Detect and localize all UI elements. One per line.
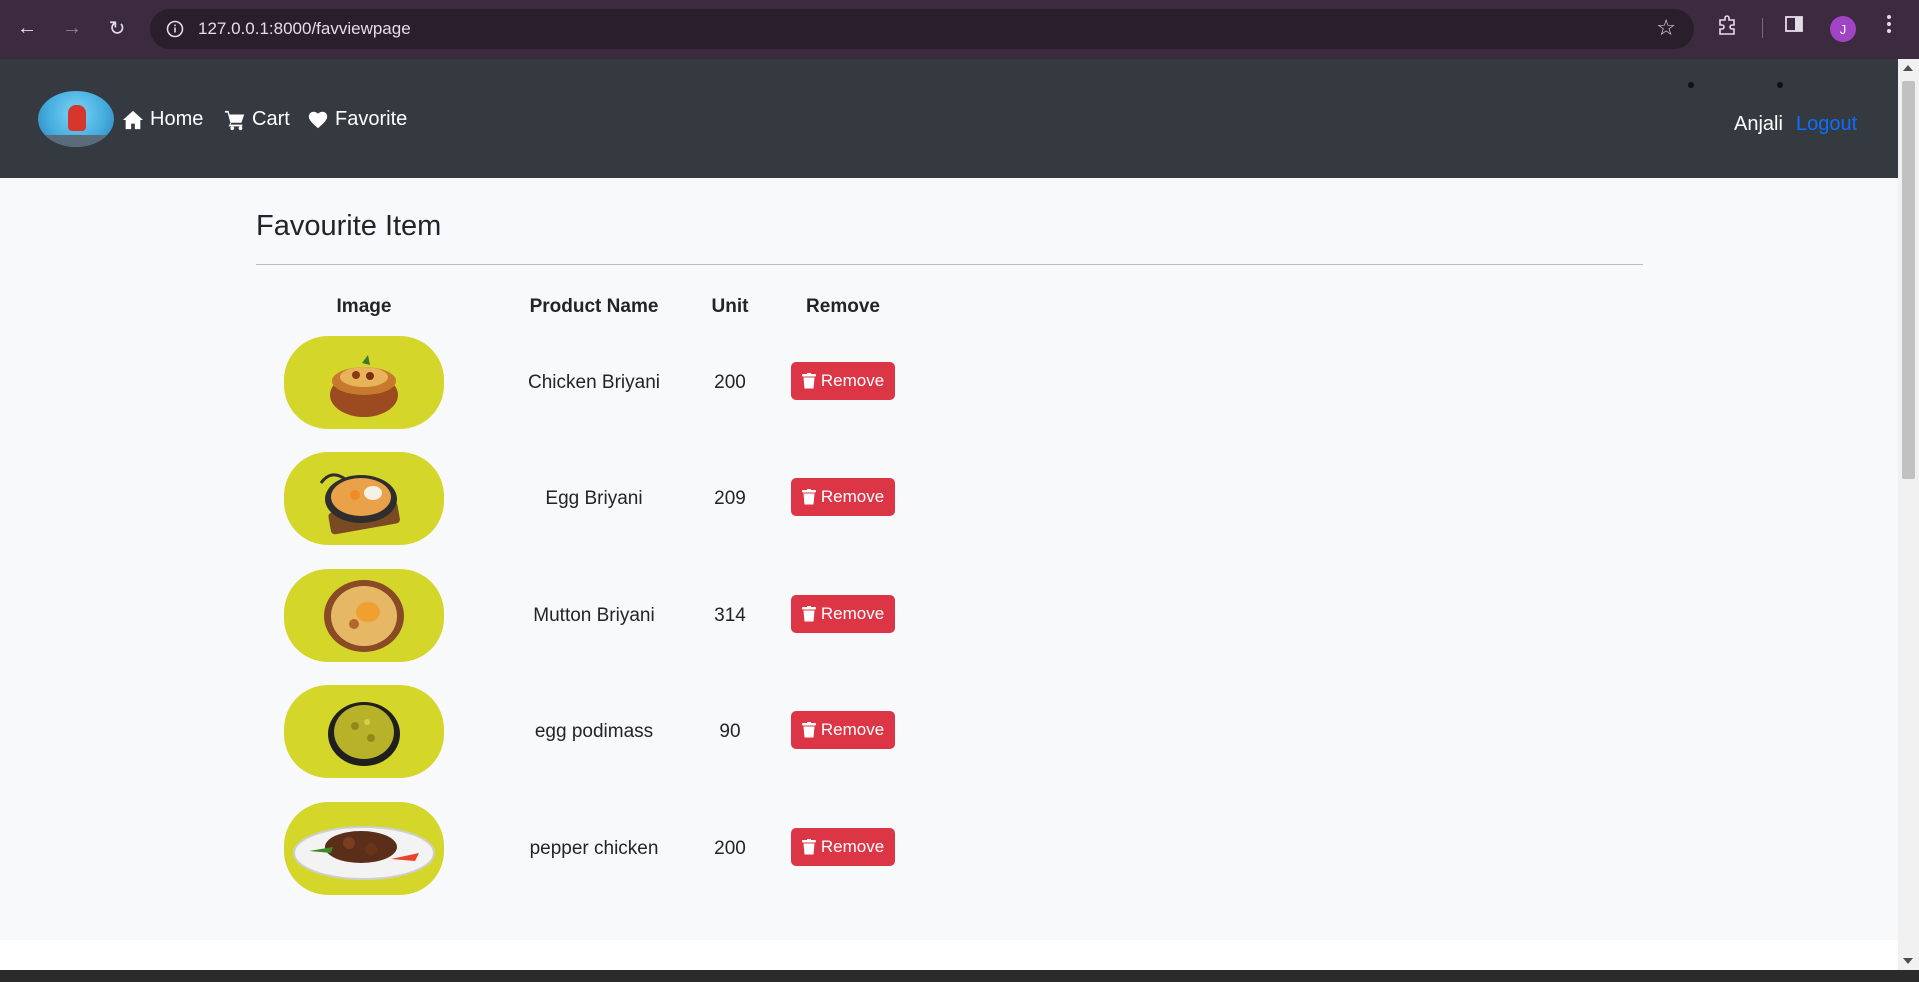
favourites-section: Favourite Item Image Product Name Unit R…: [0, 178, 1898, 940]
table-row: Mutton Briyani 314 Remove: [0, 569, 1000, 665]
nav-cart-link[interactable]: Cart: [224, 108, 290, 131]
trash-icon: [801, 606, 816, 622]
toolbar-separator: [1762, 18, 1763, 38]
nav-cart-label: Cart: [252, 108, 290, 130]
product-image[interactable]: [284, 569, 444, 662]
pepper-chicken-plate-image: [293, 825, 435, 880]
column-header-unit: Unit: [711, 296, 749, 317]
brand-logo[interactable]: [38, 91, 114, 147]
mutton-biryani-plate-image: [324, 579, 404, 652]
url-text[interactable]: 127.0.0.1:8000/favviewpage: [198, 19, 411, 39]
nav-home-link[interactable]: Home: [122, 108, 203, 131]
product-unit: 200: [714, 838, 746, 859]
heart-icon: [308, 111, 328, 128]
remove-button-label: Remove: [820, 604, 885, 623]
scrollbar-thumb[interactable]: [1902, 81, 1915, 479]
site-navbar: Home Cart Favorite Anjali Logout: [0, 59, 1898, 178]
trash-icon: [801, 373, 816, 389]
product-unit: 90: [719, 721, 741, 742]
remove-button[interactable]: Remove: [791, 711, 895, 749]
table-row: pepper chicken 200 Remove: [0, 802, 1000, 898]
column-header-image: Image: [336, 296, 392, 317]
extensions-icon[interactable]: [1716, 14, 1738, 42]
table-row: egg podimass 90 Remove: [0, 685, 1000, 781]
forward-arrow-icon[interactable]: →: [56, 12, 88, 44]
remove-button-label: Remove: [820, 487, 885, 506]
column-header-remove: Remove: [806, 296, 880, 317]
remove-button[interactable]: Remove: [791, 828, 895, 866]
scroll-up-arrow-icon[interactable]: [1903, 65, 1913, 71]
page-title: Favourite Item: [256, 210, 442, 242]
remove-button-label: Remove: [820, 720, 885, 739]
side-panel-icon[interactable]: [1784, 14, 1804, 40]
egg-podimass-bowl-image: [328, 701, 400, 766]
profile-avatar[interactable]: J: [1830, 16, 1856, 42]
cart-icon: [224, 110, 245, 130]
product-unit: 314: [714, 605, 746, 626]
product-image[interactable]: [284, 452, 444, 545]
nav-favorite-label: Favorite: [335, 108, 408, 130]
home-icon: [122, 110, 144, 129]
trash-icon: [801, 722, 816, 738]
nav-favorite-link[interactable]: Favorite: [307, 108, 407, 131]
trash-icon: [801, 489, 816, 505]
nav-home-label: Home: [150, 108, 204, 130]
table-row: Chicken Briyani 200 Remove: [0, 336, 1000, 432]
biryani-bowl-image: [330, 354, 398, 417]
product-unit: 209: [714, 488, 746, 509]
title-divider: [256, 264, 1643, 265]
user-name: Anjali: [1734, 113, 1783, 135]
vertical-scrollbar[interactable]: [1898, 59, 1919, 970]
product-unit: 200: [714, 372, 746, 393]
product-name: pepper chicken: [529, 838, 659, 859]
table-row: Egg Briyani 209 Remove: [0, 452, 1000, 548]
remove-button[interactable]: Remove: [791, 478, 895, 516]
remove-button[interactable]: Remove: [791, 595, 895, 633]
product-image[interactable]: [284, 685, 444, 778]
bookmark-star-icon[interactable]: ☆: [1656, 15, 1676, 41]
decorative-dot: [1688, 82, 1694, 88]
column-header-product-name: Product Name: [529, 296, 659, 317]
browser-toolbar: ← → ↻ 127.0.0.1:8000/favviewpage ☆ J: [0, 0, 1919, 59]
product-image[interactable]: [284, 336, 444, 429]
egg-biryani-pan-image: [319, 472, 400, 534]
scroll-down-arrow-icon[interactable]: [1903, 958, 1913, 964]
product-name: Chicken Briyani: [528, 372, 660, 393]
decorative-dot: [1777, 82, 1783, 88]
logout-link[interactable]: Logout: [1796, 113, 1857, 136]
back-arrow-icon[interactable]: ←: [11, 12, 43, 44]
trash-icon: [801, 839, 816, 855]
remove-button-label: Remove: [820, 837, 885, 856]
site-info-icon[interactable]: [164, 18, 186, 40]
os-taskbar: [0, 970, 1919, 982]
product-name: egg podimass: [534, 721, 654, 742]
page-footer-area: [0, 940, 1898, 970]
reload-icon[interactable]: ↻: [101, 12, 133, 44]
product-image[interactable]: [284, 802, 444, 895]
remove-button[interactable]: Remove: [791, 362, 895, 400]
product-name: Egg Briyani: [545, 488, 643, 509]
more-menu-icon[interactable]: [1886, 14, 1892, 40]
product-name: Mutton Briyani: [533, 605, 655, 626]
address-bar[interactable]: 127.0.0.1:8000/favviewpage ☆: [150, 9, 1694, 49]
remove-button-label: Remove: [820, 371, 885, 390]
